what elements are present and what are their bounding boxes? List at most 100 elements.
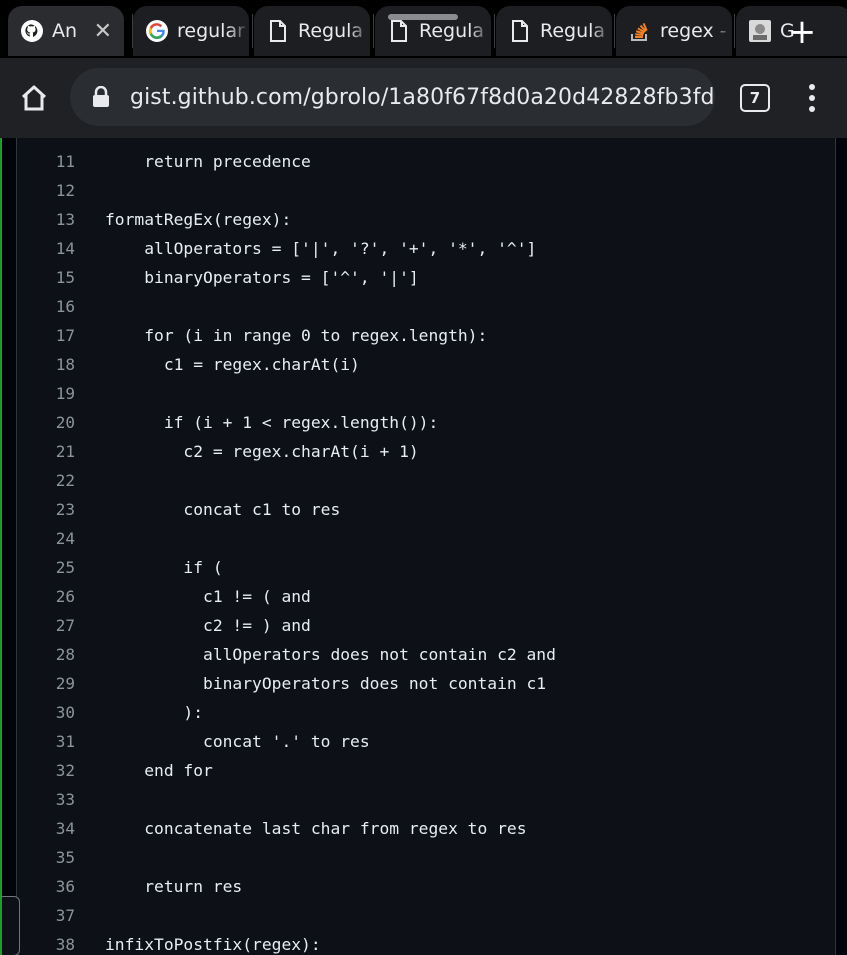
- line-code: binaryOperators does not contain c1: [105, 674, 547, 693]
- code-line: 11 return precedence: [17, 147, 835, 176]
- gist-code-block: 10 '^' -> 5 11 return precedence 12 13 fo…: [16, 138, 836, 955]
- line-code: allOperators = ['|', '?', '+', '*', '^']: [105, 239, 537, 258]
- code-line: 34 concatenate last char from regex to r…: [17, 814, 835, 843]
- code-line: 35: [17, 843, 835, 872]
- scroll-handle[interactable]: [2, 896, 20, 955]
- tab-switcher-button[interactable]: 7: [740, 84, 770, 112]
- code-line: 32 end for: [17, 756, 835, 785]
- line-number: 14: [55, 239, 75, 258]
- code-line: 13 formatRegEx(regex):: [17, 205, 835, 234]
- document-icon: [387, 19, 411, 43]
- code-line: 20 if (i + 1 < regex.length()):: [17, 408, 835, 437]
- tab-label: Regula: [298, 20, 364, 42]
- home-icon: [21, 85, 47, 111]
- line-number: 24: [55, 529, 75, 548]
- url-text[interactable]: gist.github.com/gbrolo/1a80f67f8d0a20d42…: [130, 85, 715, 110]
- line-number: 18: [55, 355, 75, 374]
- tab-label: Regula: [419, 20, 485, 42]
- tab-divider: [614, 14, 615, 48]
- line-code: if (: [105, 558, 223, 577]
- line-code: c2 = regex.charAt(i + 1): [105, 442, 419, 461]
- line-code: return precedence: [105, 152, 311, 171]
- line-code: c2 != ) and: [105, 616, 311, 635]
- line-code: infixToPostfix(regex):: [105, 935, 321, 954]
- code-line: 14 allOperators = ['|', '?', '+', '*', '…: [17, 234, 835, 263]
- github-icon: [20, 19, 44, 43]
- tab-regular-expressions-3[interactable]: Regula: [496, 6, 612, 56]
- line-number: 26: [55, 587, 75, 606]
- code-line: 29 binaryOperators does not contain c1: [17, 669, 835, 698]
- document-icon: [508, 19, 532, 43]
- tab-label: regular: [177, 20, 245, 42]
- line-number: 31: [55, 732, 75, 751]
- code-line: 19: [17, 379, 835, 408]
- code-line: 23 concat c1 to res: [17, 495, 835, 524]
- site-favicon-icon: [748, 19, 772, 43]
- lock-icon: [92, 86, 110, 108]
- more-menu-button[interactable]: [802, 82, 822, 114]
- code-line: 16: [17, 292, 835, 321]
- line-number: 30: [55, 703, 75, 722]
- line-code: concat c1 to res: [105, 500, 341, 519]
- line-number: 23: [55, 500, 75, 519]
- line-number: 20: [55, 413, 75, 432]
- code-line: 36 return res: [17, 872, 835, 901]
- document-icon: [266, 19, 290, 43]
- line-number: 10: [17, 138, 75, 147]
- address-bar[interactable]: gist.github.com/gbrolo/1a80f67f8d0a20d42…: [70, 68, 715, 126]
- line-code: allOperators does not contain c2 and: [105, 645, 556, 664]
- line-number: 22: [55, 471, 75, 490]
- new-tab-button[interactable]: +: [782, 12, 822, 52]
- home-button[interactable]: [16, 80, 52, 116]
- line-code: formatRegEx(regex):: [105, 210, 292, 229]
- line-number: 13: [55, 210, 75, 229]
- tab-drag-handle[interactable]: [388, 14, 458, 20]
- line-code: ):: [105, 703, 204, 722]
- browser-toolbar: gist.github.com/gbrolo/1a80f67f8d0a20d42…: [0, 58, 847, 138]
- line-number: 16: [55, 297, 75, 316]
- page-content: 10 '^' -> 5 11 return precedence 12 13 fo…: [2, 138, 847, 955]
- line-code: '^' -> 5: [105, 138, 222, 147]
- dot-icon: [809, 95, 815, 101]
- tab-stackoverflow[interactable]: regex -: [616, 6, 732, 56]
- line-code: concatenate last char from regex to res: [105, 819, 527, 838]
- line-number: 27: [55, 616, 75, 635]
- stackoverflow-icon: [628, 19, 652, 43]
- line-number: 28: [55, 645, 75, 664]
- line-number: 32: [55, 761, 75, 780]
- line-number: 15: [55, 268, 75, 287]
- code-line: 38 infixToPostfix(regex):: [17, 930, 835, 955]
- line-number: 17: [55, 326, 75, 345]
- dot-icon: [809, 106, 815, 112]
- dot-icon: [809, 84, 815, 90]
- tab-label: regex -: [660, 20, 727, 42]
- line-number: 33: [55, 790, 75, 809]
- code-line: 26 c1 != ( and: [17, 582, 835, 611]
- code-line: 30 ):: [17, 698, 835, 727]
- line-code: concat '.' to res: [105, 732, 370, 751]
- tab-label: An: [52, 20, 78, 42]
- line-code: return res: [105, 877, 243, 896]
- code-line: 17 for (i in range 0 to regex.length):: [17, 321, 835, 350]
- tab-divider: [494, 14, 495, 48]
- code-line: 10 '^' -> 5: [17, 138, 835, 147]
- tab-divider: [734, 14, 735, 48]
- code-line: 27 c2 != ) and: [17, 611, 835, 640]
- line-code: if (i + 1 < regex.length()):: [105, 413, 439, 432]
- code-line: 33: [17, 785, 835, 814]
- google-icon: [145, 19, 169, 43]
- tab-divider: [373, 14, 374, 48]
- code-line: 18 c1 = regex.charAt(i): [17, 350, 835, 379]
- line-number: 19: [55, 384, 75, 403]
- code-line: 24: [17, 524, 835, 553]
- code-line: 28 allOperators does not contain c2 and: [17, 640, 835, 669]
- tab-google[interactable]: regular: [133, 6, 249, 56]
- line-number: 38: [55, 935, 75, 954]
- tab-github[interactable]: An ✕: [8, 6, 124, 56]
- line-number: 11: [55, 152, 75, 171]
- code-line: 21 c2 = regex.charAt(i + 1): [17, 437, 835, 466]
- line-code: binaryOperators = ['^', '|']: [105, 268, 419, 287]
- code-line: 25 if (: [17, 553, 835, 582]
- tab-regular-expressions-1[interactable]: Regula: [254, 6, 370, 56]
- close-tab-icon[interactable]: ✕: [94, 19, 112, 44]
